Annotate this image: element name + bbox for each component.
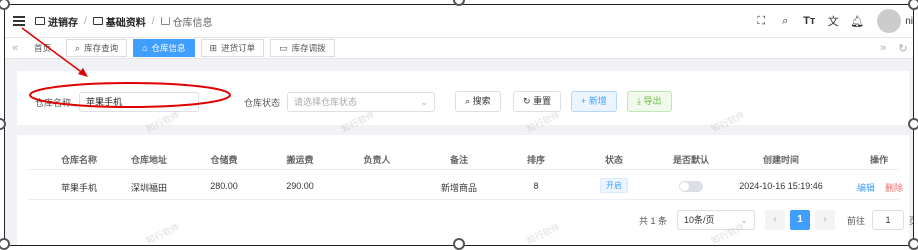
annotation-ellipse xyxy=(29,82,231,108)
resize-handle[interactable] xyxy=(908,0,918,10)
resize-handle[interactable] xyxy=(453,238,465,250)
annotation-overlay xyxy=(21,27,231,108)
resize-handle[interactable] xyxy=(908,118,918,130)
resize-handle[interactable] xyxy=(908,238,918,250)
annotation-arrowhead xyxy=(78,68,88,77)
annotation-arrow xyxy=(21,27,85,75)
